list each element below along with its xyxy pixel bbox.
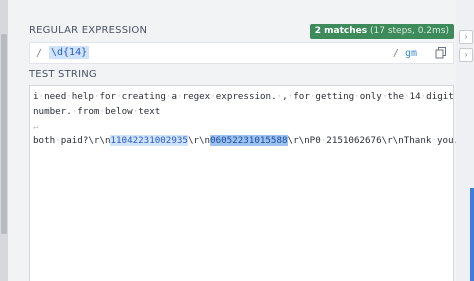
regex-flags[interactable]: / gm — [393, 48, 417, 59]
regex-pattern[interactable]: \d{14} — [49, 46, 90, 59]
accent-bar — [470, 188, 474, 281]
regex-delimiter-close: / — [392, 48, 399, 59]
regex-editor: REGULAR EXPRESSION 2 matches (17 steps, … — [20, 0, 459, 281]
chevron-right-icon[interactable]: › — [459, 30, 473, 44]
match-count-badge: 2 matches (17 steps, 0.2ms) — [309, 24, 454, 39]
test-line-4: both·paid?\r\n11042231002935\r\n06052231… — [33, 135, 460, 146]
regex-input[interactable]: / \d{14} / gm — [29, 42, 454, 64]
left-scrollbar-thumb[interactable] — [1, 34, 7, 234]
copy-icon[interactable] — [435, 47, 447, 59]
test-line-2: number.·from·below·text — [33, 106, 161, 117]
match-details: (17 steps, 0.2ms) — [370, 26, 449, 36]
chevron-right-icon[interactable]: › — [459, 48, 473, 62]
regex-section-label: REGULAR EXPRESSION — [29, 25, 148, 36]
match-2: 06052231015588 — [210, 135, 288, 146]
regex-delimiter-open: / — [36, 48, 43, 59]
match-count: 2 matches — [314, 26, 368, 36]
match-1: 11042231002935 — [110, 135, 188, 146]
right-panel-strip: › › — [456, 0, 474, 281]
test-string-input[interactable]: i·need·help·for·creating·a·regex·express… — [29, 85, 459, 281]
test-string-label: TEST STRING — [29, 69, 97, 80]
return-icon: ↵ — [33, 121, 39, 132]
test-line-1: i·need·help·for·creating·a·regex·express… — [33, 91, 454, 102]
left-scrollbar[interactable] — [0, 0, 8, 281]
regex-flags-value[interactable]: gm — [405, 48, 417, 59]
